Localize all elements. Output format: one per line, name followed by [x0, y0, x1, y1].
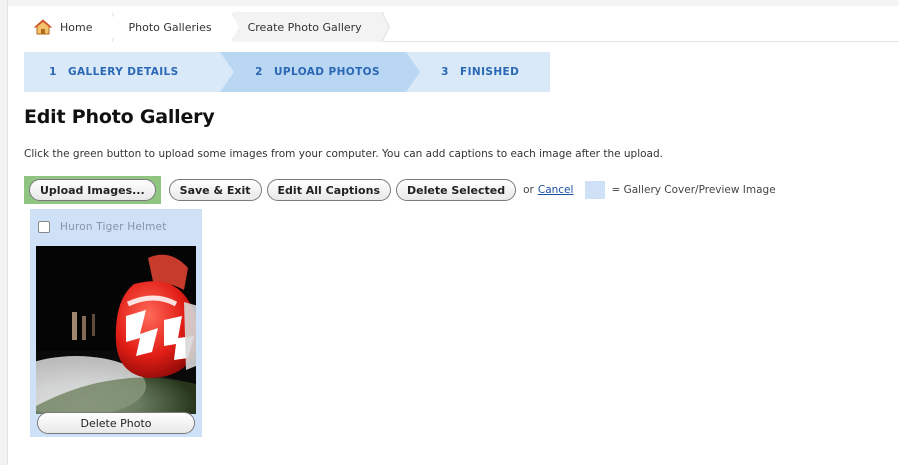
photo-card: Huron Tiger Helmet Delete Photo — [30, 209, 202, 437]
upload-images-button[interactable]: Upload Images... — [29, 179, 156, 201]
or-text: or — [523, 184, 534, 196]
cover-image-legend-swatch — [585, 181, 606, 199]
edit-all-captions-button[interactable]: Edit All Captions — [266, 179, 391, 201]
page-instructions: Click the green button to upload some im… — [24, 148, 663, 160]
breadcrumb-current-label: Create Photo Gallery — [247, 20, 362, 34]
breadcrumb-create-photo-gallery: Create Photo Gallery — [233, 12, 390, 42]
wizard-step-upload-photos: 2 UPLOAD PHOTOS — [220, 52, 420, 92]
step-label: UPLOAD PHOTOS — [274, 66, 380, 78]
cancel-link[interactable]: Cancel — [538, 184, 574, 196]
step-label: GALLERY DETAILS — [68, 66, 179, 78]
photo-select-checkbox[interactable] — [38, 221, 50, 233]
breadcrumb-photo-galleries[interactable]: Photo Galleries — [114, 12, 240, 42]
breadcrumb-home[interactable]: Home — [20, 12, 122, 42]
step-arrow — [406, 52, 420, 92]
delete-selected-button[interactable]: Delete Selected — [396, 179, 517, 201]
photo-select-row: Huron Tiger Helmet — [38, 221, 198, 233]
photo-thumbnail[interactable] — [36, 246, 196, 414]
breadcrumb: Home Photo Galleries Create Photo Galler… — [20, 12, 899, 42]
window-left-edge — [0, 0, 8, 465]
breadcrumb-photo-galleries-label: Photo Galleries — [128, 20, 212, 34]
delete-photo-button[interactable]: Delete Photo — [37, 412, 195, 434]
helmet-photo-image — [36, 246, 196, 414]
upload-button-highlight: Upload Images... — [24, 176, 161, 204]
save-exit-button[interactable]: Save & Exit — [168, 179, 262, 201]
step-number: 2 — [255, 66, 263, 78]
wizard-step-gallery-details[interactable]: 1 GALLERY DETAILS — [24, 52, 234, 92]
photo-caption: Huron Tiger Helmet — [60, 221, 167, 233]
page-title: Edit Photo Gallery — [24, 106, 215, 128]
step-number: 3 — [441, 66, 449, 78]
breadcrumb-home-label: Home — [60, 20, 93, 34]
step-arrow — [220, 52, 234, 92]
step-label: FINISHED — [460, 66, 520, 78]
cover-image-legend-text: = Gallery Cover/Preview Image — [611, 184, 776, 196]
step-number: 1 — [49, 66, 57, 78]
gallery-toolbar: Upload Images... Save & Exit Edit All Ca… — [24, 176, 776, 204]
home-icon — [34, 19, 52, 35]
wizard-steps: 1 GALLERY DETAILS 2 UPLOAD PHOTOS 3 FINI… — [24, 52, 550, 92]
wizard-step-finished: 3 FINISHED — [406, 52, 550, 92]
window-top-edge — [0, 0, 899, 6]
